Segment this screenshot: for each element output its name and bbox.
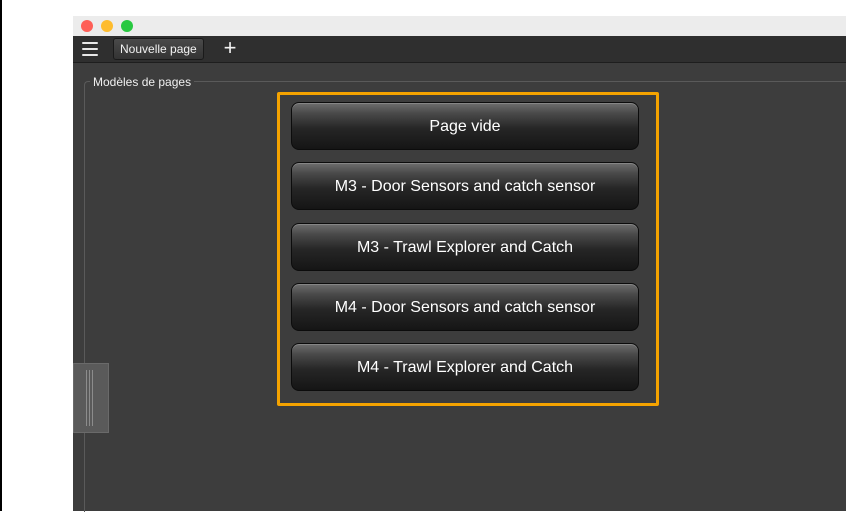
template-button-m3-trawl-explorer[interactable]: M3 - Trawl Explorer and Catch: [291, 223, 639, 271]
template-button-page-vide[interactable]: Page vide: [291, 102, 639, 150]
template-button-m3-door-sensors[interactable]: M3 - Door Sensors and catch sensor: [291, 162, 639, 210]
panel-splitter-handle[interactable]: [73, 363, 109, 433]
page-templates-title: Modèles de pages: [90, 75, 195, 89]
app-window: Nouvelle page + Modèles de pages Page vi…: [73, 16, 846, 512]
screen-left-edge: [0, 0, 2, 511]
minimize-window-button[interactable]: [101, 20, 113, 32]
template-button-m4-trawl-explorer[interactable]: M4 - Trawl Explorer and Catch: [291, 343, 639, 391]
close-window-button[interactable]: [81, 20, 93, 32]
title-bar: [73, 16, 846, 36]
plus-icon[interactable]: +: [221, 36, 239, 60]
tab-nouvelle-page[interactable]: Nouvelle page: [113, 38, 204, 60]
tab-bar: Nouvelle page +: [73, 36, 846, 63]
hamburger-menu-icon[interactable]: [82, 42, 98, 56]
template-button-m4-door-sensors[interactable]: M4 - Door Sensors and catch sensor: [291, 283, 639, 331]
maximize-window-button[interactable]: [121, 20, 133, 32]
